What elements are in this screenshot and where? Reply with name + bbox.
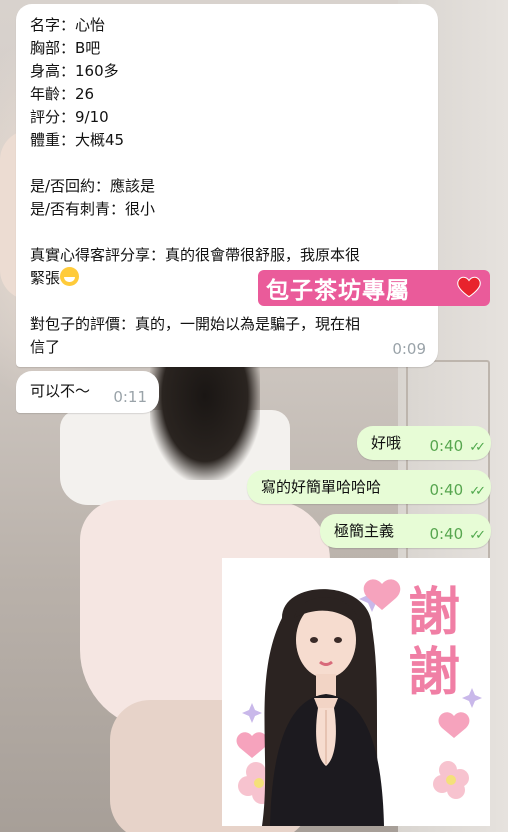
sticker-caption-2: 謝 <box>408 643 460 703</box>
message-text: 可以不〜 <box>30 382 91 400</box>
message-time: 0:40 <box>429 525 464 543</box>
message-line: 名字：心怡 <box>30 16 106 34</box>
message-line: 對包子的評價：真的，一開始以為是騙子，現在相 <box>30 315 361 333</box>
incoming-message[interactable]: 可以不〜 0:11 <box>16 371 159 413</box>
promo-watermark: 包子茶坊專屬 <box>258 270 490 306</box>
message-time: 0:09 <box>392 340 426 358</box>
promo-label: 包子茶坊專屬 <box>266 278 410 304</box>
message-meta: 0:40 ✓✓ <box>429 523 486 547</box>
message-time: 0:11 <box>113 388 147 406</box>
outgoing-message[interactable]: 極簡主義 0:40 ✓✓ <box>320 514 491 548</box>
double-check-icon: ✓✓ <box>469 484 486 499</box>
message-text: 寫的好簡單哈哈哈 <box>261 478 382 496</box>
double-check-icon: ✓✓ <box>469 528 486 543</box>
message-time: 0:40 <box>429 481 464 499</box>
message-line: 是/否有刺青：很小 <box>30 200 156 218</box>
message-line: 是/否回約：應該是 <box>30 177 156 195</box>
message-line: 真實心得客評分享：真的很會帶很舒服，我原本很 <box>30 246 361 264</box>
message-meta: 0:40 ✓✓ <box>429 435 486 459</box>
message-line: 體重：大概45 <box>30 131 125 149</box>
thank-you-sticker[interactable]: 謝 謝 <box>222 558 490 826</box>
double-check-icon: ✓✓ <box>469 440 486 455</box>
message-line: 信了 <box>30 338 61 356</box>
message-line: 身高：160多 <box>30 62 119 80</box>
grinning-sweat-emoji <box>60 267 80 286</box>
message-time: 0:40 <box>429 437 464 455</box>
incoming-message-profile[interactable]: 名字：心怡 胸部：B吧 身高：160多 年齡：26 評分：9/10 體重：大概4… <box>16 4 438 367</box>
message-line: 評分：9/10 <box>30 108 109 126</box>
message-text: 極簡主義 <box>334 522 395 540</box>
heart-icon <box>457 276 481 298</box>
outgoing-message[interactable]: 寫的好簡單哈哈哈 0:40 ✓✓ <box>247 470 491 504</box>
message-meta: 0:40 ✓✓ <box>429 479 486 503</box>
message-line: 年齡：26 <box>30 85 95 103</box>
message-line: 胸部：B吧 <box>30 39 101 57</box>
sticker-caption-1: 謝 <box>408 583 460 643</box>
message-text: 好哦 <box>371 434 402 452</box>
outgoing-message[interactable]: 好哦 0:40 ✓✓ <box>357 426 491 460</box>
sticker-illustration: 謝 謝 <box>236 579 482 826</box>
